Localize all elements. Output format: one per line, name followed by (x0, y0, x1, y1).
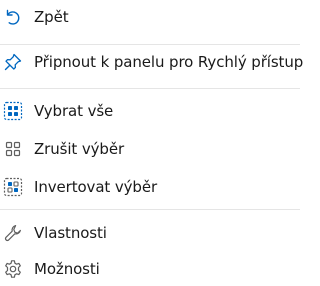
separator (0, 88, 300, 89)
menu-item-label: Invertovat výběr (34, 178, 158, 196)
wrench-icon (3, 223, 23, 243)
menu-item-label: Připnout k panelu pro Rychlý přístup (34, 53, 304, 71)
menu-item-label: Vlastnosti (34, 224, 107, 242)
separator (0, 209, 300, 210)
menu-item-invert-selection[interactable]: Invertovat výběr (0, 170, 300, 204)
menu-item-pin-quick-access[interactable]: Připnout k panelu pro Rychlý přístup (0, 45, 304, 79)
select-none-icon (3, 139, 23, 159)
gear-icon (3, 259, 23, 279)
menu-item-label: Vybrat vše (34, 102, 114, 120)
menu-item-label: Možnosti (34, 260, 100, 278)
menu-item-options[interactable]: Možnosti (0, 252, 300, 286)
context-menu: Zpět Připnout k panelu pro Rychlý přístu… (0, 0, 304, 282)
pin-icon (3, 52, 23, 72)
menu-item-label: Zrušit výběr (34, 140, 125, 158)
select-all-icon (3, 101, 23, 121)
menu-item-select-all[interactable]: Vybrat vše (0, 94, 300, 128)
menu-item-undo[interactable]: Zpět (0, 0, 300, 34)
menu-item-properties[interactable]: Vlastnosti (0, 216, 300, 250)
undo-icon (3, 7, 23, 27)
invert-selection-icon (3, 177, 23, 197)
menu-item-select-none[interactable]: Zrušit výběr (0, 132, 300, 166)
menu-item-label: Zpět (34, 8, 69, 26)
